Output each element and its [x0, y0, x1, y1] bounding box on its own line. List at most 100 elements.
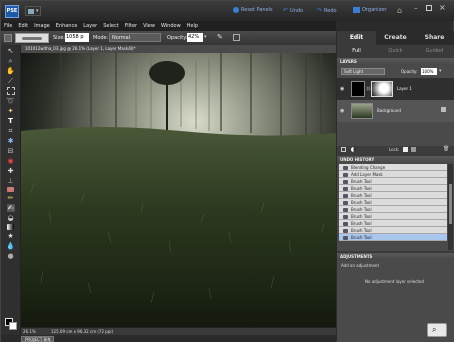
menu-bar: File Edit Image Enhance Layer Select Filter Vie…	[1, 21, 336, 31]
history-item[interactable]: Brush Tool	[339, 220, 447, 227]
tab-share[interactable]: Share	[415, 31, 454, 45]
lock-all-icon[interactable]	[411, 147, 416, 152]
history-item-selected[interactable]: Brush Tool	[339, 234, 447, 241]
zoom-tool-icon[interactable]: ⌕	[7, 57, 15, 65]
straighten-tool-icon[interactable]: ⊟	[7, 147, 15, 155]
menu-item[interactable]: View	[143, 21, 155, 31]
marquee-tool-icon[interactable]	[6, 87, 15, 95]
tab-full[interactable]: Full	[337, 45, 376, 57]
healing-brush-tool-icon[interactable]: ✚	[7, 167, 15, 175]
organizer-label: Organizer	[362, 7, 387, 13]
size-field[interactable]: 1058 p	[65, 33, 89, 42]
document-canvas[interactable]: 101012witha_03.jpg @ 26.1% (Layer 1, Lay…	[21, 45, 336, 327]
history-scrollbar[interactable]	[448, 164, 453, 250]
layer-row[interactable]: ◉ ⛓ Layer 1	[337, 78, 454, 100]
layer-opacity-chevron-icon[interactable]: ▾	[439, 68, 442, 74]
edit-sub-tabs: Full Quick Guided	[337, 45, 454, 57]
history-scroll-thumb[interactable]	[449, 184, 452, 224]
gradient-tool-icon[interactable]	[7, 224, 14, 230]
opacity-field[interactable]: 42%	[187, 33, 203, 42]
history-item[interactable]: Blending Change	[339, 164, 447, 171]
adjustment-layer-icon[interactable]	[351, 147, 356, 152]
cookie-cutter-tool-icon[interactable]: ✱	[7, 137, 15, 145]
history-item[interactable]: Brush Tool	[339, 178, 447, 185]
history-item[interactable]: Brush Tool	[339, 192, 447, 199]
opacity-dropdown-chevron-icon[interactable]: ▾	[204, 34, 207, 40]
history-item[interactable]: Brush Tool	[339, 199, 447, 206]
zoom-readout[interactable]: 26.1%	[23, 328, 36, 335]
workspace-menu-button[interactable]: ▾	[25, 6, 41, 16]
layer-opacity-field[interactable]: 100%	[421, 68, 437, 75]
history-item[interactable]: Brush Tool	[339, 227, 447, 234]
status-bar: 26.1% 125.09 cm x 96.32 cm (72 ppi)	[21, 327, 336, 335]
minimize-button[interactable]: –	[414, 4, 418, 12]
new-layer-icon[interactable]	[341, 147, 346, 152]
lock-icon	[441, 107, 446, 112]
visibility-eye-icon[interactable]: ◉	[340, 86, 344, 92]
hand-tool-icon[interactable]: ✋	[6, 67, 15, 75]
undo-history-header[interactable]: UNDO HISTORY	[337, 156, 454, 163]
tab-quick[interactable]: Quick	[376, 45, 415, 57]
home-icon[interactable]: ⌂	[397, 6, 402, 15]
tab-edit[interactable]: Edit	[337, 31, 376, 45]
blend-mode-dropdown[interactable]: Soft Light	[341, 68, 385, 75]
organizer-button[interactable]: Organizer	[353, 7, 386, 13]
menu-item[interactable]: File	[4, 21, 12, 31]
close-button[interactable]: ×	[439, 3, 446, 12]
panel-options-button[interactable]: ⌕	[427, 323, 447, 337]
undo-history-panel: UNDO HISTORY Blending Change Add Layer M…	[337, 156, 454, 251]
move-tool-icon[interactable]: ↖	[7, 47, 15, 55]
brush-preset-picker[interactable]	[15, 33, 49, 43]
pencil-tool-icon[interactable]: ✏	[7, 194, 15, 202]
crop-tool-icon[interactable]: ⌗	[7, 127, 15, 135]
redo-icon: ↷	[317, 7, 323, 14]
reset-panels-button[interactable]: Reset Panels	[233, 7, 273, 13]
menu-item[interactable]: Window	[161, 21, 181, 31]
paint-bucket-tool-icon[interactable]: ◒	[7, 214, 15, 222]
quick-selection-tool-icon[interactable]: ✦	[7, 107, 15, 115]
delete-layer-icon[interactable]: 🗑	[443, 146, 449, 152]
tab-guided[interactable]: Guided	[415, 45, 454, 57]
menu-item[interactable]: Enhance	[56, 21, 78, 31]
lock-transparency-icon[interactable]	[403, 147, 408, 152]
history-item[interactable]: Brush Tool	[339, 213, 447, 220]
eyedropper-tool-icon[interactable]: ⟋	[7, 77, 15, 85]
undo-button[interactable]: ↶ Undo	[283, 7, 303, 14]
layer-row[interactable]: ◉ Background	[337, 100, 454, 122]
menu-item[interactable]: Edit	[18, 21, 28, 31]
eraser-tool-icon[interactable]	[7, 187, 14, 192]
brush-tool-icon[interactable]: ✍	[6, 204, 15, 212]
brush-tool-icon[interactable]	[4, 34, 12, 42]
visibility-eye-icon[interactable]: ◉	[340, 108, 344, 114]
mode-dropdown[interactable]: Normal	[109, 33, 161, 42]
history-item[interactable]: Add Layer Mask	[339, 171, 447, 178]
menu-item[interactable]: Layer	[83, 21, 97, 31]
layer-mask-thumbnail[interactable]	[371, 81, 393, 97]
menu-item[interactable]: Select	[103, 21, 118, 31]
airbrush-icon[interactable]: ✎	[217, 33, 223, 41]
project-bin-toggle[interactable]: PROJECT BIN	[21, 336, 55, 342]
sponge-tool-icon[interactable]: ●	[7, 252, 15, 260]
document-tab[interactable]: 101012witha_03.jpg @ 26.1% (Layer 1, Lay…	[21, 45, 336, 53]
tab-create[interactable]: Create	[376, 31, 415, 45]
menu-item[interactable]: Filter	[125, 21, 137, 31]
history-item[interactable]: Brush Tool	[339, 185, 447, 192]
layers-panel-header[interactable]: LAYERS	[337, 58, 454, 65]
blur-tool-icon[interactable]: 💧	[6, 242, 15, 250]
lasso-tool-icon[interactable]: ➰	[6, 97, 15, 105]
maximize-button[interactable]	[426, 5, 432, 11]
menu-item[interactable]: Help	[187, 21, 198, 31]
horizontal-type-tool-icon[interactable]: T	[7, 117, 15, 125]
adjustments-header[interactable]: ADJUSTMENTS	[337, 253, 454, 260]
clone-stamp-tool-icon[interactable]: ⊥	[7, 177, 15, 185]
forest-photo	[21, 53, 336, 327]
red-eye-tool-icon[interactable]: ◉	[7, 157, 15, 165]
history-item[interactable]: Brush Tool	[339, 206, 447, 213]
background-color-swatch[interactable]	[9, 322, 17, 330]
menu-item[interactable]: Image	[34, 21, 50, 31]
tablet-options-icon[interactable]	[233, 34, 240, 41]
title-bar: PSE ▾ Reset Panels ↶ Undo ↷ Redo Organiz…	[1, 1, 454, 21]
redo-button[interactable]: ↷ Redo	[317, 7, 337, 14]
history-item-label: Brush Tool	[351, 214, 372, 219]
custom-shape-tool-icon[interactable]: ★	[7, 232, 15, 240]
